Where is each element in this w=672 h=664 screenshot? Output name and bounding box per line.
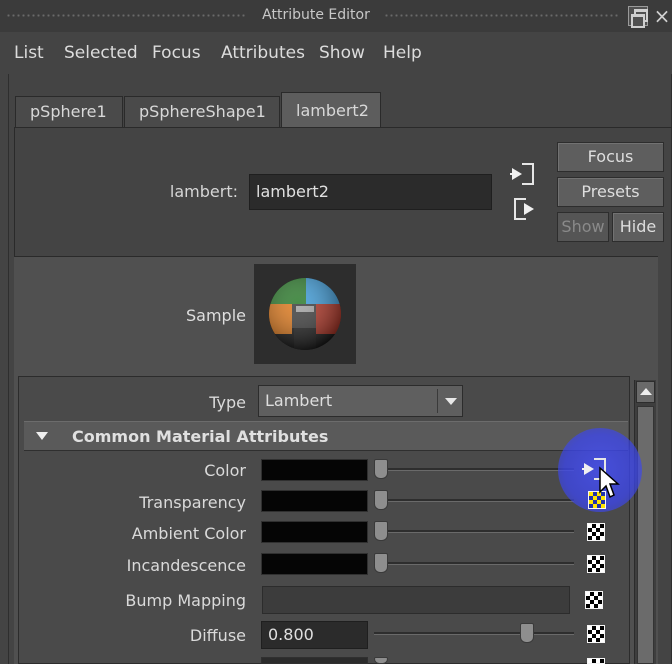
incandescence-slider-track[interactable] [374, 562, 574, 565]
menu-show[interactable]: Show [319, 43, 365, 63]
diffuse-value-field[interactable]: 0.800 [261, 621, 368, 649]
color-slider-handle[interactable] [374, 459, 388, 479]
ambient-color-map-icon[interactable] [587, 523, 605, 541]
type-label: Type [209, 393, 246, 412]
ambient-color-slider-track[interactable] [374, 530, 574, 533]
node-name-field[interactable]: lambert2 [249, 174, 492, 210]
color-swatch[interactable] [261, 459, 368, 481]
type-dropdown[interactable]: Lambert [258, 385, 463, 417]
mouse-pointer-icon [599, 466, 620, 499]
diffuse-slider-handle[interactable] [520, 623, 534, 643]
section-title: Common Material Attributes [72, 427, 329, 446]
transparency-slider-handle[interactable] [374, 490, 388, 510]
menu-focus[interactable]: Focus [152, 43, 201, 63]
presets-button[interactable]: Presets [557, 177, 664, 207]
color-label: Color [204, 461, 246, 480]
sample-sphere-icon [269, 278, 341, 350]
menu-selected[interactable]: Selected [64, 43, 138, 63]
incandescence-label: Incandescence [126, 556, 246, 575]
next-attribute-slider-handle[interactable] [374, 657, 388, 664]
color-slider-track[interactable] [374, 468, 574, 471]
tab-lambert2[interactable]: lambert2 [281, 92, 381, 128]
transparency-swatch[interactable] [261, 490, 368, 512]
menu-list[interactable]: List [14, 43, 44, 63]
float-window-icon[interactable] [628, 6, 648, 28]
node-type-label: lambert: [169, 182, 238, 201]
bump-mapping-label: Bump Mapping [125, 591, 246, 610]
input-connections-icon[interactable] [510, 163, 534, 185]
title-bar: Attribute Editor × [0, 0, 672, 32]
output-connections-icon[interactable] [514, 198, 538, 220]
diffuse-map-icon[interactable] [587, 625, 605, 643]
ambient-color-swatch[interactable] [261, 521, 368, 543]
next-attribute-map-icon[interactable] [587, 658, 605, 664]
menu-help[interactable]: Help [383, 43, 422, 63]
menu-bar: List Selected Focus Attributes Show Help [0, 32, 672, 74]
collapse-triangle-icon[interactable] [36, 432, 48, 440]
scroll-up-icon[interactable] [636, 381, 655, 403]
scroll-thumb[interactable] [637, 406, 654, 664]
transparency-label: Transparency [139, 493, 246, 512]
menu-attributes[interactable]: Attributes [221, 43, 305, 63]
tab-psphere1[interactable]: pSphere1 [15, 96, 123, 128]
common-material-attributes-header[interactable]: Common Material Attributes [24, 421, 628, 451]
ambient-color-slider-handle[interactable] [374, 521, 388, 541]
chevron-down-icon [445, 398, 457, 405]
diffuse-slider-track[interactable] [374, 632, 574, 635]
sample-label: Sample [186, 306, 246, 325]
incandescence-swatch[interactable] [261, 553, 368, 575]
incandescence-slider-handle[interactable] [374, 553, 388, 573]
hide-button[interactable]: Hide [612, 212, 664, 242]
diffuse-label: Diffuse [189, 626, 246, 645]
close-icon[interactable]: × [652, 4, 672, 28]
transparency-slider-track[interactable] [374, 499, 574, 502]
incandescence-map-icon[interactable] [587, 555, 605, 573]
focus-button[interactable]: Focus [557, 142, 664, 172]
bump-mapping-map-icon[interactable] [585, 591, 603, 609]
next-attribute-field[interactable] [261, 657, 368, 664]
tab-divider [14, 127, 672, 128]
tab-psphereshape1[interactable]: pSphereShape1 [124, 96, 280, 128]
ambient-color-label: Ambient Color [131, 524, 246, 543]
material-sample-swatch [254, 264, 356, 364]
title-grip-right [384, 13, 620, 19]
bump-mapping-field[interactable] [262, 586, 570, 614]
type-dropdown-value: Lambert [265, 391, 333, 410]
show-button[interactable]: Show [557, 212, 609, 242]
